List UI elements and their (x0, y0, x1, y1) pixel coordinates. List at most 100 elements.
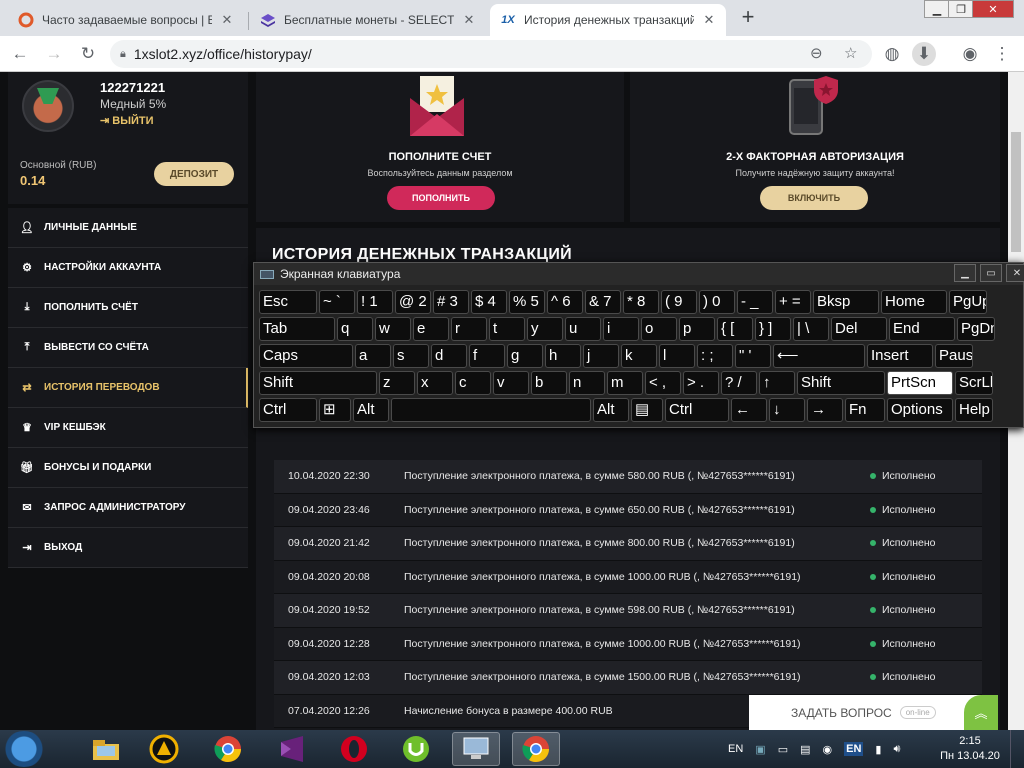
tray-app-icon[interactable]: ◉ (823, 743, 833, 756)
sidebar-item-exit[interactable]: ⇥ ВЫХОД (8, 528, 248, 568)
osk-key[interactable]: Help (955, 398, 993, 422)
osk-key[interactable]: Esc (259, 290, 317, 314)
sidebar-item-withdraw[interactable]: ⤒ ВЫВЕСТИ СО СЧЁТА (8, 328, 248, 368)
chrome-icon[interactable] (204, 732, 252, 766)
osk-key[interactable]: a (355, 344, 391, 368)
osk-key[interactable]: Home (881, 290, 947, 314)
reload-icon[interactable]: ↻ (76, 42, 100, 66)
close-tab-icon[interactable]: ✕ (702, 12, 716, 28)
osk-key[interactable]: d (431, 344, 467, 368)
osk-key[interactable]: * 8 (623, 290, 659, 314)
osk-key[interactable]: Pause (935, 344, 973, 368)
osk-key[interactable]: ? / (721, 371, 757, 395)
osk-key[interactable]: p (679, 317, 715, 341)
osk-key[interactable]: e (413, 317, 449, 341)
osk-key[interactable]: ScrLk (955, 371, 993, 395)
back-icon[interactable]: ← (8, 42, 32, 66)
osk-key[interactable]: → (807, 398, 843, 422)
system-clock[interactable]: 2:15 Пн 13.04.20 (934, 734, 1006, 764)
forward-icon[interactable]: → (42, 42, 66, 66)
osk-key[interactable]: ↑ (759, 371, 795, 395)
osk-key[interactable]: | \ (793, 317, 829, 341)
osk-key[interactable]: < , (645, 371, 681, 395)
osk-key[interactable]: y (527, 317, 563, 341)
osk-key[interactable]: h (545, 344, 581, 368)
opera-icon[interactable] (330, 732, 378, 766)
download-icon[interactable]: ⬇ (912, 42, 936, 66)
osk-titlebar[interactable]: Экранная клавиатура (254, 263, 1023, 285)
osk-key[interactable]: } ] (755, 317, 791, 341)
sidebar-item-account-settings[interactable]: ⚙ НАСТРОЙКИ АККАУНТА (8, 248, 248, 288)
tray-app-icon[interactable]: ▤ (800, 743, 810, 756)
osk-key[interactable]: % 5 (509, 290, 545, 314)
osk-key[interactable]: ! 1 (357, 290, 393, 314)
osk-key[interactable]: Insert (867, 344, 933, 368)
osk-key[interactable]: ⟵ (773, 344, 865, 368)
ask-question-widget[interactable]: ЗАДАТЬ ВОПРОС on-line ︽ (749, 695, 998, 730)
osk-key[interactable]: ⊞ (319, 398, 351, 422)
osk-key[interactable]: Caps (259, 344, 353, 368)
osk-key[interactable]: { [ (717, 317, 753, 341)
close-window-icon[interactable]: ✕ (972, 0, 1014, 18)
top-up-button[interactable]: ПОПОЛНИТЬ (387, 186, 495, 210)
osk-key[interactable]: ↓ (769, 398, 805, 422)
logout-link[interactable]: ⇥ ВЫЙТИ (100, 114, 154, 127)
osk-key[interactable]: k (621, 344, 657, 368)
sidebar-item-transfer-history[interactable]: ⇄ ИСТОРИЯ ПЕРЕВОДОВ (8, 368, 248, 408)
network-icon[interactable]: ▮ (875, 743, 881, 756)
osk-key[interactable] (391, 398, 591, 422)
visual-studio-icon[interactable] (268, 732, 316, 766)
osk-key[interactable]: s (393, 344, 429, 368)
osk-key[interactable]: End (889, 317, 955, 341)
show-desktop-button[interactable] (1010, 730, 1024, 768)
osk-key[interactable]: ) 0 (699, 290, 735, 314)
tray-language-icon[interactable]: EN (844, 742, 864, 756)
osk-key[interactable]: Options (887, 398, 953, 422)
osk-key[interactable]: j (583, 344, 619, 368)
enable-2fa-button[interactable]: ВКЛЮЧИТЬ (760, 186, 868, 210)
deposit-button[interactable]: ДЕПОЗИТ (154, 162, 234, 186)
sidebar-item-bonuses[interactable]: 🎁︎ БОНУСЫ И ПОДАРКИ (8, 448, 248, 488)
osk-key[interactable]: c (455, 371, 491, 395)
osk-key[interactable]: PgDn (957, 317, 995, 341)
osk-key[interactable]: ▤ (631, 398, 663, 422)
scrollbar-thumb[interactable] (1011, 132, 1021, 252)
osk-key[interactable]: Ctrl (665, 398, 729, 422)
osk-key[interactable]: : ; (697, 344, 733, 368)
account-icon[interactable]: ◉ (958, 42, 982, 66)
tab-free-coins[interactable]: Бесплатные монеты - SELECTOR ✕ (250, 4, 486, 36)
osk-key[interactable]: t (489, 317, 525, 341)
battery-icon[interactable]: ▭ (778, 743, 788, 756)
osk-key[interactable]: b (531, 371, 567, 395)
chrome-active-icon[interactable] (512, 732, 560, 766)
globe-icon[interactable]: ◍ (880, 42, 904, 66)
osk-key[interactable]: Bksp (813, 290, 879, 314)
osk-key[interactable]: g (507, 344, 543, 368)
maximize-icon[interactable]: ▭ (980, 264, 1002, 282)
tab-transaction-history[interactable]: 1X История денежных транзакций ✕ (490, 4, 726, 36)
new-tab-icon[interactable]: + (734, 4, 762, 29)
osk-key[interactable]: + = (775, 290, 811, 314)
osk-key[interactable]: & 7 (585, 290, 621, 314)
osk-key[interactable]: " ' (735, 344, 771, 368)
minimize-icon[interactable]: ▁ (924, 0, 950, 18)
osk-key[interactable]: q (337, 317, 373, 341)
tray-app-icon[interactable]: ▣ (755, 743, 765, 756)
osk-key[interactable]: l (659, 344, 695, 368)
url-field[interactable]: 🔒︎ 1xslot2.xyz/office/historypay/ ⊖ ☆ (110, 40, 872, 68)
osk-key[interactable]: - _ (737, 290, 773, 314)
osk-key[interactable]: v (493, 371, 529, 395)
osk-key[interactable]: Alt (593, 398, 629, 422)
osk-key[interactable]: o (641, 317, 677, 341)
maximize-icon[interactable]: ❐ (948, 0, 974, 18)
osk-key[interactable]: # 3 (433, 290, 469, 314)
osk-key[interactable]: Shift (797, 371, 885, 395)
osk-key[interactable]: m (607, 371, 643, 395)
bookmark-star-icon[interactable]: ☆ (844, 44, 857, 62)
sidebar-item-deposit[interactable]: ⤓ ПОПОЛНИТЬ СЧЁТ (8, 288, 248, 328)
osk-key[interactable]: z (379, 371, 415, 395)
sidebar-item-personal-data[interactable]: 👤︎ ЛИЧНЫЕ ДАННЫЕ (8, 208, 248, 248)
osk-key[interactable]: w (375, 317, 411, 341)
start-button-icon[interactable] (2, 731, 46, 767)
osk-key[interactable]: Ctrl (259, 398, 317, 422)
